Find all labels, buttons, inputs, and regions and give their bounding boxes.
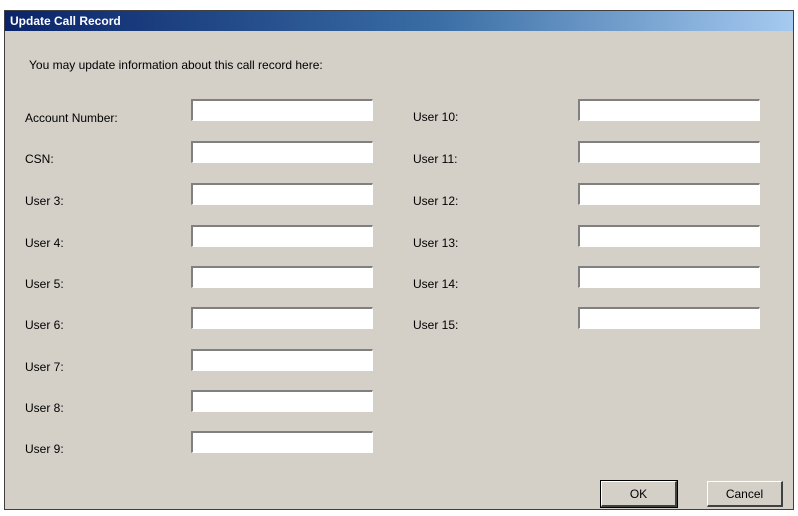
user-13-label: User 13: <box>413 236 459 250</box>
user-3-field[interactable] <box>191 183 373 205</box>
user-12-field[interactable] <box>578 183 760 205</box>
user-11-field[interactable] <box>578 141 760 163</box>
ok-button[interactable]: OK <box>600 480 678 508</box>
user-11-label: User 11: <box>413 152 458 166</box>
user-14-field[interactable] <box>578 266 760 288</box>
user-12-label: User 12: <box>413 194 459 208</box>
user-8-label: User 8: <box>25 401 64 415</box>
user-5-field[interactable] <box>191 266 373 288</box>
user-13-field[interactable] <box>578 225 760 247</box>
cancel-button[interactable]: Cancel <box>707 481 783 507</box>
update-call-record-dialog: Update Call Record You may update inform… <box>4 10 794 510</box>
dialog-title: Update Call Record <box>10 14 121 28</box>
user-8-field[interactable] <box>191 390 373 412</box>
title-bar[interactable]: Update Call Record <box>5 11 793 31</box>
user-7-field[interactable] <box>191 349 373 371</box>
user-10-label: User 10: <box>413 110 459 124</box>
user-10-field[interactable] <box>578 99 760 121</box>
user-9-field[interactable] <box>191 431 373 453</box>
account-number-label: Account Number: <box>25 111 118 125</box>
user-4-field[interactable] <box>191 225 373 247</box>
user-5-label: User 5: <box>25 277 64 291</box>
user-7-label: User 7: <box>25 360 64 374</box>
intro-text: You may update information about this ca… <box>29 58 323 72</box>
user-14-label: User 14: <box>413 277 459 291</box>
user-4-label: User 4: <box>25 236 64 250</box>
user-3-label: User 3: <box>25 194 64 208</box>
user-6-label: User 6: <box>25 318 64 332</box>
user-6-field[interactable] <box>191 307 373 329</box>
csn-label: CSN: <box>25 152 54 166</box>
user-15-field[interactable] <box>578 307 760 329</box>
user-9-label: User 9: <box>25 442 64 456</box>
csn-field[interactable] <box>191 141 373 163</box>
user-15-label: User 15: <box>413 318 459 332</box>
account-number-field[interactable] <box>191 99 373 121</box>
